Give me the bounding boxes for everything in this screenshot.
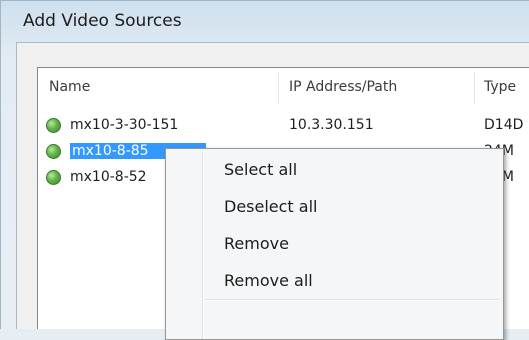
column-header-ip[interactable]: IP Address/Path <box>289 79 397 95</box>
menu-item-deselect-all[interactable]: Deselect all <box>224 197 317 216</box>
online-status-icon <box>46 144 61 159</box>
online-status-icon <box>46 118 61 133</box>
row-name: mx10-3-30-151 <box>70 117 179 133</box>
table-row[interactable]: mx10-3-30-151 10.3.30.151 D14D <box>38 114 529 136</box>
menu-item-remove-all[interactable]: Remove all <box>224 271 313 290</box>
row-name: mx10-8-52 <box>70 169 147 185</box>
menu-separator <box>204 299 499 301</box>
online-status-icon <box>46 170 61 185</box>
menu-icon-gutter <box>202 151 204 339</box>
list-header: Name IP Address/Path Type <box>38 68 529 106</box>
row-ip: 10.3.30.151 <box>289 117 374 133</box>
column-header-type[interactable]: Type <box>484 79 516 95</box>
column-divider[interactable] <box>474 72 475 104</box>
row-type: D14D <box>484 117 524 133</box>
menu-item-select-all[interactable]: Select all <box>224 160 297 179</box>
column-header-name[interactable]: Name <box>49 79 90 95</box>
menu-item-remove[interactable]: Remove <box>224 234 289 253</box>
context-menu: Select all Deselect all Remove Remove al… <box>165 148 504 340</box>
column-divider[interactable] <box>278 72 279 104</box>
dialog-title: Add Video Sources <box>23 11 182 31</box>
